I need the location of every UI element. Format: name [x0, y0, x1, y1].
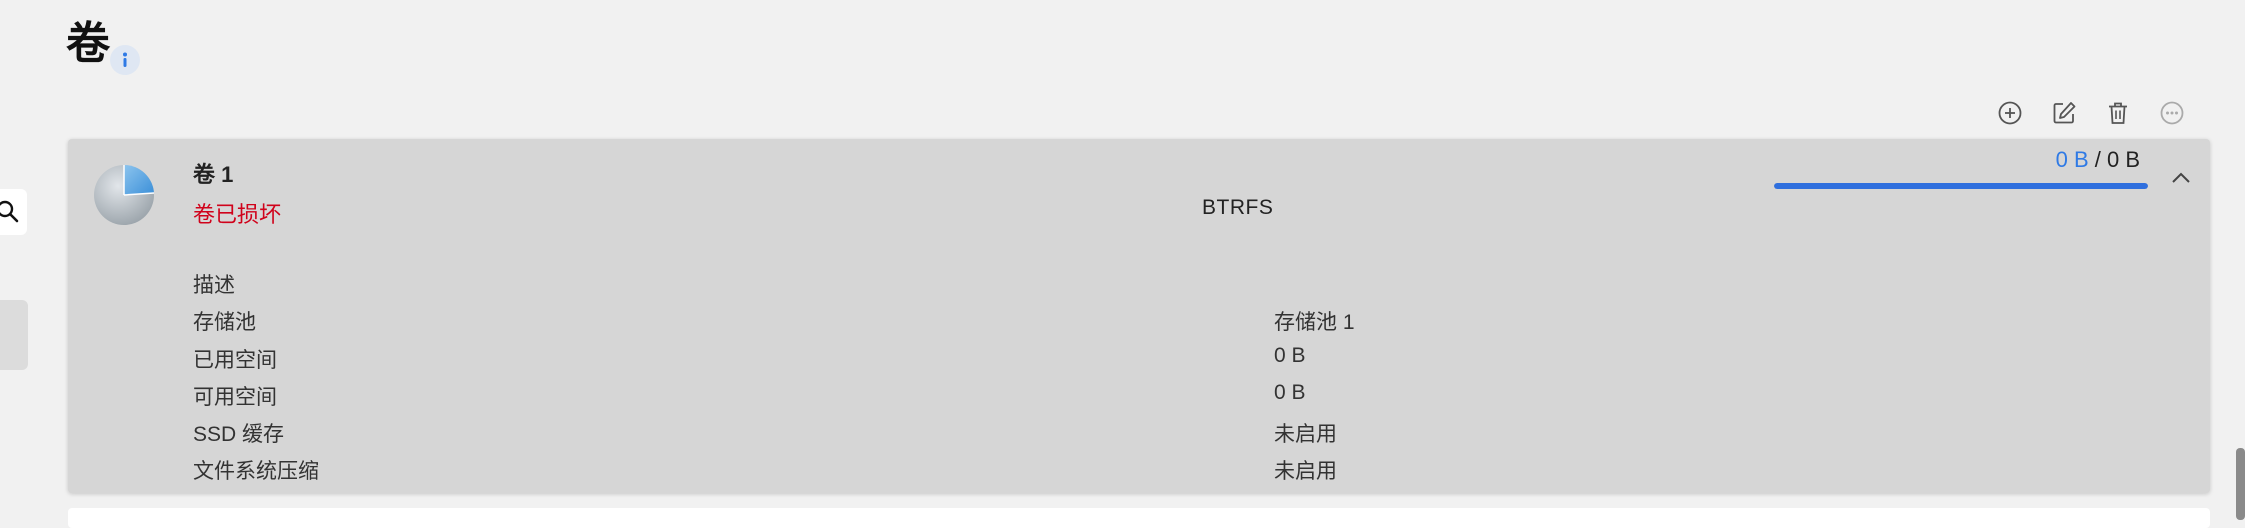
sidebar-item[interactable] — [0, 300, 28, 370]
search-icon — [0, 200, 19, 223]
detail-row-ssd-cache: SSD 缓存 未启用 — [193, 414, 1693, 451]
usage-total: 0 B — [2106, 147, 2140, 172]
detail-value: 未启用 — [1274, 423, 1337, 447]
detail-value: 0 B — [1274, 380, 1306, 404]
volume-details: 描述 存储池 存储池 1 已用空间 0 B 可用空间 0 B SSD 缓存 未启… — [193, 265, 1693, 489]
info-icon[interactable] — [110, 45, 140, 75]
detail-label: 描述 — [193, 274, 235, 297]
volume-filesystem: BTRFS — [1202, 196, 1274, 219]
edit-icon — [2053, 102, 2076, 124]
usage-progress-bar — [1774, 183, 2148, 189]
delete-icon — [2109, 102, 2127, 124]
detail-row-available-space: 可用空间 0 B — [193, 377, 1693, 414]
volume-card[interactable]: 卷 1 卷已损坏 BTRFS 0 B / 0 B 描述 存储池 存储池 1 已用… — [68, 139, 2210, 493]
volume-usage-text: 0 B / 0 B — [2056, 147, 2140, 173]
volume-pie-icon — [94, 164, 155, 225]
sidebar-search-button[interactable] — [0, 189, 27, 235]
usage-separator: / — [2088, 147, 2107, 172]
detail-row-storage-pool: 存储池 存储池 1 — [193, 302, 1693, 339]
volume-status: 卷已损坏 — [193, 202, 282, 227]
chevron-up-icon — [2172, 172, 2190, 183]
detail-label: SSD 缓存 — [193, 423, 285, 447]
page-title: 卷 — [66, 19, 110, 68]
detail-value: 未启用 — [1274, 460, 1337, 484]
edit-volume-button[interactable] — [2044, 96, 2084, 130]
detail-label: 可用空间 — [193, 385, 277, 409]
usage-progress-fill — [1774, 183, 2148, 189]
collapse-button[interactable] — [2166, 163, 2196, 193]
detail-row-description: 描述 — [193, 265, 1693, 302]
add-volume-button[interactable] — [1990, 96, 2030, 130]
volume-toolbar — [1990, 96, 2192, 130]
detail-label: 文件系统压缩 — [193, 460, 319, 484]
more-actions-button[interactable] — [2152, 96, 2192, 130]
detail-label: 存储池 — [193, 311, 256, 335]
detail-label: 已用空间 — [193, 348, 277, 372]
more-icon — [2160, 101, 2184, 125]
detail-value: 0 B — [1274, 343, 1306, 367]
detail-row-compression: 文件系统压缩 未启用 — [193, 451, 1693, 488]
add-icon — [1998, 101, 2022, 125]
usage-used: 0 B — [2055, 147, 2089, 172]
detail-value: 存储池 1 — [1274, 311, 1355, 335]
volume-name: 卷 1 — [193, 162, 234, 187]
scrollbar-thumb[interactable] — [2236, 448, 2245, 520]
detail-row-used-space: 已用空间 0 B — [193, 340, 1693, 377]
next-volume-card[interactable] — [68, 508, 2210, 528]
delete-volume-button[interactable] — [2098, 96, 2138, 130]
